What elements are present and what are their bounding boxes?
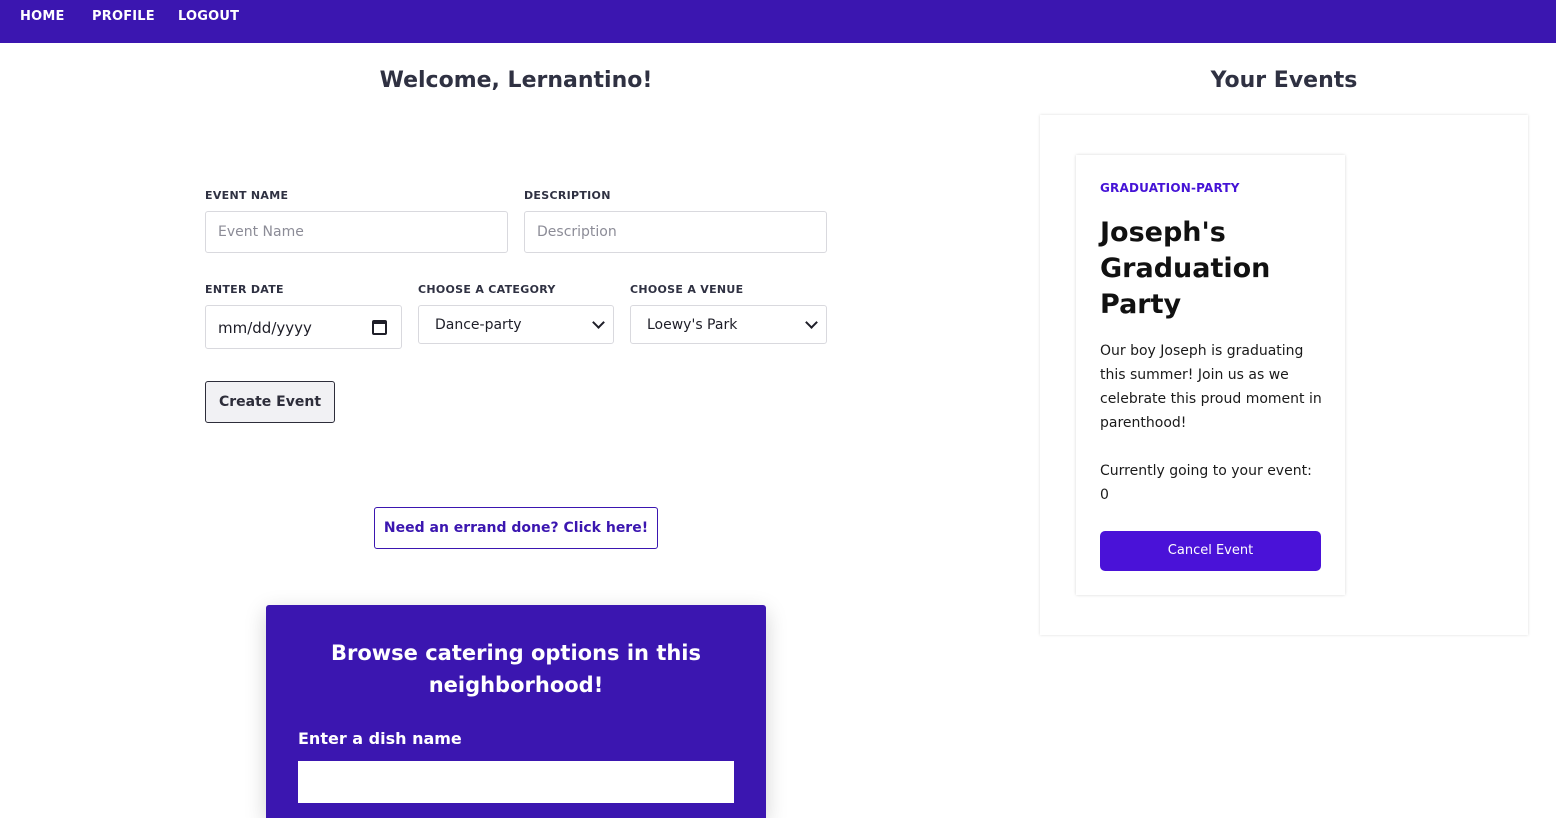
- dish-name-input[interactable]: [298, 761, 734, 803]
- date-input[interactable]: mm/dd/yyyy: [205, 305, 402, 349]
- events-panel: GRADUATION-PARTY Joseph's Graduation Par…: [1040, 115, 1528, 635]
- nav-logout-link[interactable]: LOGOUT: [178, 9, 239, 24]
- event-attendance: Currently going to your event: 0: [1100, 463, 1312, 503]
- category-label: CHOOSE A CATEGORY: [418, 283, 556, 296]
- venue-select[interactable]: Loewy's Park: [630, 305, 827, 344]
- event-title: Joseph's Graduation Party: [1100, 217, 1271, 320]
- date-value: mm/dd/yyyy: [218, 319, 312, 337]
- cancel-event-button[interactable]: Cancel Event: [1100, 531, 1321, 571]
- errand-button[interactable]: Need an errand done? Click here!: [374, 507, 658, 549]
- catering-panel: Browse catering options in this neighbor…: [266, 605, 766, 818]
- description-label: DESCRIPTION: [524, 189, 611, 202]
- top-navbar: HOME PROFILE LOGOUT: [0, 0, 1556, 43]
- catering-title: Browse catering options in this neighbor…: [330, 641, 702, 697]
- category-select[interactable]: Dance-party: [418, 305, 614, 344]
- nav-home-link[interactable]: HOME: [20, 9, 65, 24]
- event-name-input[interactable]: [205, 211, 508, 253]
- category-selected-value: Dance-party: [435, 317, 522, 333]
- event-description: Our boy Joseph is graduating this summer…: [1100, 343, 1322, 431]
- venue-label: CHOOSE A VENUE: [630, 283, 744, 296]
- event-category: GRADUATION-PARTY: [1100, 181, 1240, 195]
- date-label: ENTER DATE: [205, 283, 284, 296]
- dish-name-label: Enter a dish name: [298, 729, 462, 748]
- nav-profile-link[interactable]: PROFILE: [92, 9, 155, 24]
- calendar-icon[interactable]: [372, 320, 387, 335]
- event-card: GRADUATION-PARTY Joseph's Graduation Par…: [1076, 155, 1345, 595]
- create-event-button[interactable]: Create Event: [205, 381, 335, 423]
- venue-selected-value: Loewy's Park: [647, 317, 738, 333]
- chevron-down-icon: [805, 316, 818, 329]
- description-input[interactable]: [524, 211, 827, 253]
- chevron-down-icon: [592, 316, 605, 329]
- welcome-heading: Welcome, Lernantino!: [379, 68, 653, 93]
- your-events-heading: Your Events: [1210, 68, 1358, 93]
- event-name-label: EVENT NAME: [205, 189, 289, 202]
